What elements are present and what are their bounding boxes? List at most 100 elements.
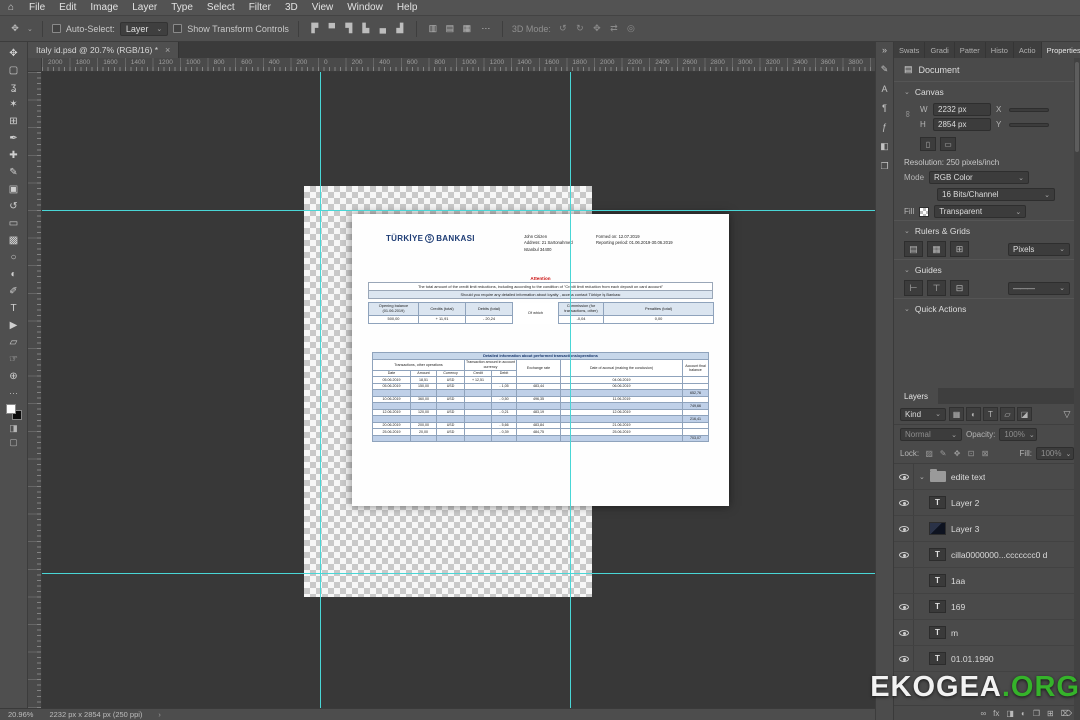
- horizontal-ruler[interactable]: 2000 1800 1600 1400 1200 1000 800 600 400 200 0 200…: [42, 58, 875, 72]
- visibility-toggle[interactable]: [894, 490, 914, 515]
- visibility-toggle[interactable]: [894, 542, 914, 567]
- document-layer[interactable]: TÜRKİYE Ş BANKASI John Citizen Address: 2…: [352, 214, 729, 506]
- foreground-color-swatch[interactable]: [5, 404, 16, 414]
- status-options-icon[interactable]: ›: [158, 710, 161, 719]
- menu-image[interactable]: Image: [83, 0, 125, 16]
- align-bottom-icon[interactable]: ▟: [393, 23, 407, 34]
- vertical-ruler[interactable]: [28, 72, 42, 708]
- portrait-orientation-icon[interactable]: ▯: [920, 137, 936, 151]
- panel-tab-histo[interactable]: Histo: [986, 42, 1014, 58]
- bit-depth-dropdown[interactable]: 16 Bits/Channel ⌄: [937, 188, 1055, 201]
- pen-tool[interactable]: ✐: [3, 283, 25, 300]
- filter-pixel-layers-icon[interactable]: ▦: [949, 407, 964, 421]
- rulers-grids-section-header[interactable]: ⌄ Rulers & Grids: [894, 220, 1080, 239]
- canvas-section-header[interactable]: ⌄ Canvas: [894, 81, 1080, 100]
- panel-tab-properties[interactable]: Properties: [1041, 42, 1080, 58]
- vertical-guide[interactable]: [570, 72, 571, 708]
- 3d-rotate-icon[interactable]: ↺: [556, 23, 570, 34]
- visibility-toggle[interactable]: [894, 620, 914, 645]
- distribute-horizontal-icon[interactable]: ▥: [426, 23, 440, 34]
- show-transform-checkbox[interactable]: [173, 24, 183, 33]
- panel-tab-actio[interactable]: Actio: [1014, 42, 1042, 58]
- 3d-roll-icon[interactable]: ↻: [573, 23, 587, 34]
- link-dimensions-icon[interactable]: ∞: [903, 111, 913, 117]
- y-field[interactable]: [1009, 122, 1049, 127]
- height-field[interactable]: 2854 px: [933, 118, 991, 131]
- libraries-panel-icon[interactable]: ❐: [880, 161, 888, 172]
- clone-stamp-tool[interactable]: ▣: [3, 181, 25, 198]
- guide-layout-icon[interactable]: ⊤: [927, 280, 946, 296]
- adjustment-layer-icon[interactable]: ◐: [1021, 709, 1026, 718]
- tab-layers[interactable]: Layers: [894, 388, 939, 404]
- menu-window[interactable]: Window: [340, 0, 390, 16]
- zoom-level-field[interactable]: 20.96%: [8, 710, 33, 719]
- layer-mask-icon[interactable]: ◨: [1006, 709, 1014, 718]
- brush-tool[interactable]: ✎: [3, 164, 25, 181]
- align-left-icon[interactable]: ▛: [308, 23, 322, 34]
- x-field[interactable]: [1009, 107, 1049, 112]
- opacity-field[interactable]: 100% ⌄: [999, 428, 1038, 441]
- align-right-icon[interactable]: ▜: [342, 23, 356, 34]
- home-icon[interactable]: ⌂: [0, 2, 22, 13]
- visibility-toggle[interactable]: [894, 646, 914, 671]
- units-dropdown[interactable]: Pixels ⌄: [1008, 242, 1070, 256]
- brush-settings-panel-icon[interactable]: ✎: [881, 64, 889, 75]
- visibility-toggle[interactable]: [894, 594, 914, 619]
- filter-toggle-icon[interactable]: ▽: [1060, 409, 1074, 420]
- filter-smart-objects-icon[interactable]: ◪: [1017, 407, 1032, 421]
- clear-guides-icon[interactable]: ⊟: [950, 280, 969, 296]
- document-tab[interactable]: Italy id.psd @ 20.7% (RGB/16) * ×: [28, 42, 180, 58]
- adjustments-panel-icon[interactable]: ◧: [880, 141, 889, 152]
- guides-section-header[interactable]: ⌄ Guides: [894, 259, 1080, 278]
- snap-toggle-icon[interactable]: ⊞: [950, 241, 969, 257]
- layer-filter-kind-dropdown[interactable]: Kind ⌄: [900, 407, 946, 421]
- layer-row[interactable]: T 169: [894, 594, 1080, 620]
- delete-layer-icon[interactable]: ⌦: [1061, 709, 1072, 718]
- lasso-tool[interactable]: ʓ: [3, 79, 25, 96]
- lock-artboard-icon[interactable]: ⊡: [965, 449, 977, 458]
- distribute-spacing-icon[interactable]: ▦: [460, 23, 474, 34]
- crop-tool[interactable]: ⊞: [3, 113, 25, 130]
- layer-row[interactable]: Tm: [894, 620, 1080, 646]
- lock-all-icon[interactable]: ⊠: [979, 449, 991, 458]
- layer-fill-field[interactable]: 100% ⌄: [1036, 447, 1074, 460]
- gradient-tool[interactable]: ▩: [3, 232, 25, 249]
- menu-filter[interactable]: Filter: [242, 0, 278, 16]
- panel-tab-swats[interactable]: Swats: [894, 42, 926, 58]
- dodge-tool[interactable]: ◐: [3, 266, 25, 283]
- add-guide-icon[interactable]: ⊢: [904, 280, 923, 296]
- history-brush-tool[interactable]: ↺: [3, 198, 25, 215]
- screen-mode-icon[interactable]: ▢: [9, 437, 18, 448]
- ruler-origin-corner[interactable]: [28, 58, 42, 72]
- marquee-tool[interactable]: ▢: [3, 62, 25, 79]
- menu-select[interactable]: Select: [200, 0, 242, 16]
- vertical-guide[interactable]: [320, 72, 321, 708]
- landscape-orientation-icon[interactable]: ▭: [940, 137, 956, 151]
- glyphs-panel-icon[interactable]: ƒ: [882, 122, 887, 132]
- link-layers-icon[interactable]: ∞: [980, 709, 986, 718]
- fill-dropdown[interactable]: Transparent ⌄: [934, 205, 1027, 218]
- align-center-v-icon[interactable]: ▄: [376, 23, 390, 34]
- 3d-slide-icon[interactable]: ⇄: [607, 23, 621, 34]
- auto-select-dropdown[interactable]: Layer ⌄: [119, 21, 169, 36]
- lock-position-icon[interactable]: ✥: [951, 449, 963, 458]
- horizontal-guide[interactable]: [42, 210, 875, 211]
- fill-swatch-icon[interactable]: [919, 206, 930, 217]
- visibility-toggle[interactable]: [894, 516, 914, 541]
- eyedropper-tool[interactable]: ✒: [3, 130, 25, 147]
- rulers-toggle-icon[interactable]: ▤: [904, 241, 923, 257]
- healing-brush-tool[interactable]: ✚: [3, 147, 25, 164]
- canvas-area[interactable]: TÜRKİYE Ş BANKASI John Citizen Address: 2…: [42, 72, 875, 708]
- guide-style-dropdown[interactable]: ——— ⌄: [1008, 281, 1070, 295]
- menu-edit[interactable]: Edit: [52, 0, 83, 16]
- auto-select-checkbox[interactable]: [51, 24, 61, 33]
- color-mode-dropdown[interactable]: RGB Color ⌄: [929, 171, 1030, 184]
- new-layer-icon[interactable]: ⊞: [1047, 709, 1054, 718]
- hand-tool[interactable]: ☞: [3, 351, 25, 368]
- blend-mode-dropdown[interactable]: Normal ⌄: [900, 428, 962, 441]
- visibility-toggle[interactable]: [894, 568, 914, 593]
- layer-row[interactable]: T Layer 2: [894, 490, 1080, 516]
- 3d-drag-icon[interactable]: ✥: [590, 23, 604, 34]
- filter-adjustment-layers-icon[interactable]: ◐: [966, 407, 981, 421]
- color-swatches[interactable]: [5, 404, 22, 420]
